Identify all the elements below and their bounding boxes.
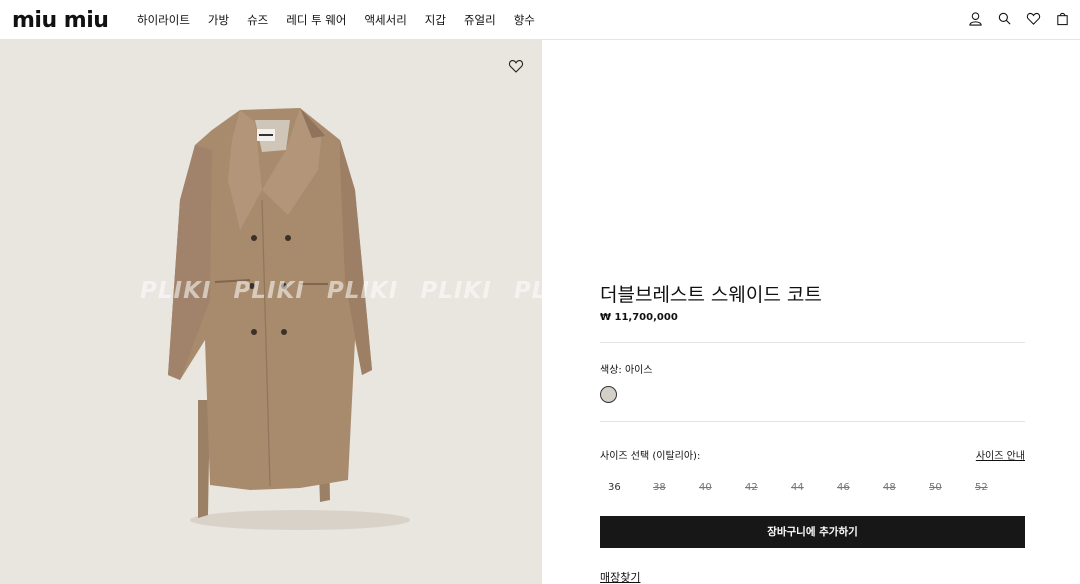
wishlist-heart-icon[interactable] — [508, 58, 524, 74]
heart-icon[interactable] — [1026, 11, 1041, 26]
size-option-52[interactable]: 52 — [975, 482, 988, 493]
size-option-36[interactable]: 36 — [608, 482, 621, 493]
add-to-cart-button[interactable]: 장바구니에 추가하기 — [600, 516, 1025, 548]
size-options: 36 38 40 42 44 46 48 50 52 — [600, 482, 1025, 496]
product-image-gallery: PLIKI PLIKI PLIKI PLIKI PLI — [0, 40, 542, 584]
divider — [600, 342, 1025, 343]
size-guide-link[interactable]: 사이즈 안내 — [976, 447, 1025, 462]
brand-logo[interactable]: miu miu — [12, 8, 120, 30]
nav-jewelry[interactable]: 쥬얼리 — [464, 12, 496, 28]
size-option-46[interactable]: 46 — [837, 482, 850, 493]
watermark-text: PLI — [513, 278, 542, 304]
color-label: 색상: 아이스 — [600, 365, 653, 376]
product-image-coat — [168, 108, 410, 530]
nav-wallets[interactable]: 지갑 — [425, 12, 446, 28]
watermark: PLIKI PLIKI PLIKI PLIKI PLI — [140, 278, 542, 304]
watermark-text: PLIKI — [326, 278, 399, 304]
size-option-40[interactable]: 40 — [699, 482, 712, 493]
watermark-text: PLIKI — [420, 278, 492, 304]
product-price: ₩ 11,700,000 — [600, 312, 678, 323]
shopping-bag-icon[interactable] — [1055, 11, 1070, 26]
nav-shoes[interactable]: 슈즈 — [247, 12, 268, 28]
nav-fragrance[interactable]: 향수 — [514, 12, 535, 28]
nav-ready-to-wear[interactable]: 레디 투 웨어 — [286, 12, 346, 28]
svg-text:miu miu: miu miu — [12, 8, 108, 30]
color-swatch-ice[interactable] — [600, 386, 617, 403]
size-option-44[interactable]: 44 — [791, 482, 804, 493]
divider — [600, 421, 1025, 422]
nav-bags[interactable]: 가방 — [208, 12, 229, 28]
watermark-text: PLIKI — [233, 278, 305, 304]
nav-accessories[interactable]: 액세서리 — [364, 12, 406, 28]
product-details: 더블브레스트 스웨이드 코트 ₩ 11,700,000 색상: 아이스 사이즈 … — [600, 0, 1025, 584]
main-nav: 하이라이트 가방 슈즈 레디 투 웨어 액세서리 지갑 쥬얼리 향수 — [137, 12, 553, 28]
size-option-50[interactable]: 50 — [929, 482, 942, 493]
size-option-48[interactable]: 48 — [883, 482, 896, 493]
watermark-text: PLIKI — [140, 278, 212, 304]
size-option-38[interactable]: 38 — [653, 482, 666, 493]
nav-highlights[interactable]: 하이라이트 — [137, 12, 190, 28]
size-option-42[interactable]: 42 — [745, 482, 758, 493]
size-select-label: 사이즈 선택 (이탈리아): — [600, 451, 701, 462]
product-title: 더블브레스트 스웨이드 코트 — [600, 284, 822, 306]
store-finder-link[interactable]: 매장찾기 — [600, 569, 640, 584]
